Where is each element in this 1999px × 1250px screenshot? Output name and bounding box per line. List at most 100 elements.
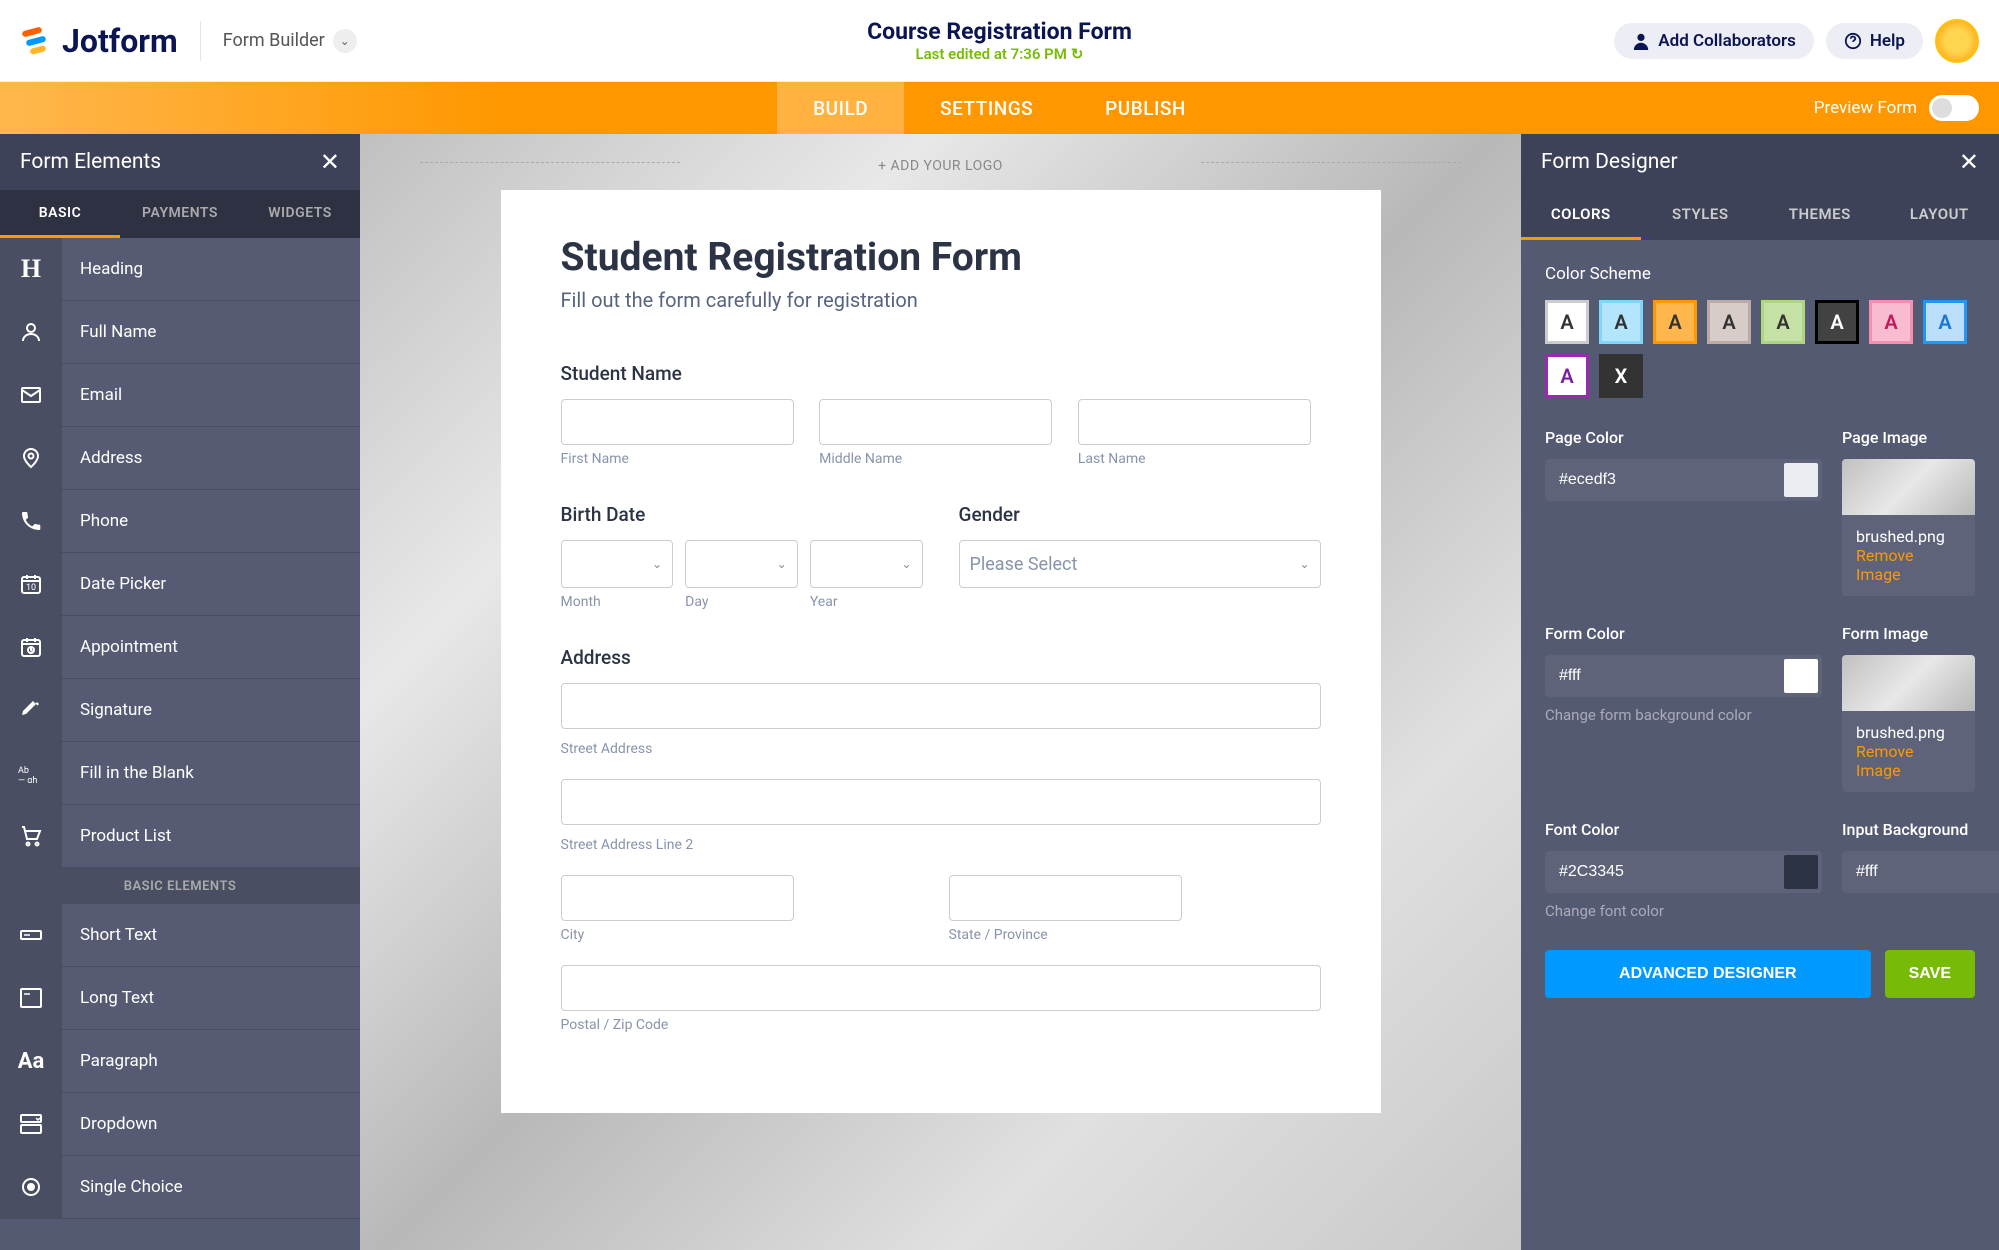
sublabel: Day: [685, 594, 798, 610]
student-name-field[interactable]: Student Name First Name Middle Name Last…: [561, 362, 1321, 467]
color-scheme-6[interactable]: A: [1869, 300, 1913, 344]
add-logo-button[interactable]: + ADD YOUR LOGO: [360, 134, 1521, 190]
element-label: Address: [62, 427, 360, 489]
form-title[interactable]: Course Registration Form: [867, 18, 1132, 45]
close-icon[interactable]: ✕: [1959, 148, 1979, 176]
form-color-text[interactable]: [1545, 655, 1780, 697]
preview-form-toggle: Preview Form: [1814, 95, 1979, 121]
tab-styles[interactable]: STYLES: [1641, 190, 1761, 240]
color-scheme-label: Color Scheme: [1545, 264, 1975, 284]
first-name-input[interactable]: [561, 399, 794, 445]
tab-basic[interactable]: BASIC: [0, 190, 120, 238]
font-color-swatch[interactable]: [1784, 855, 1818, 889]
svg-text:— gh: — gh: [18, 776, 37, 783]
form-color-input[interactable]: [1545, 655, 1822, 697]
close-icon[interactable]: ✕: [320, 148, 340, 176]
tab-layout[interactable]: LAYOUT: [1880, 190, 1999, 240]
preview-toggle[interactable]: [1929, 95, 1979, 121]
element-item-short-text[interactable]: Short Text: [0, 904, 360, 967]
tab-payments[interactable]: PAYMENTS: [120, 190, 240, 238]
input-bg-input[interactable]: [1842, 851, 1999, 893]
color-scheme-0[interactable]: A: [1545, 300, 1589, 344]
page-color-swatch[interactable]: [1784, 463, 1818, 497]
image-name: brushed.png: [1856, 527, 1961, 546]
advanced-designer-button[interactable]: ADVANCED DESIGNER: [1545, 950, 1871, 998]
color-scheme-1[interactable]: A: [1599, 300, 1643, 344]
element-item-email[interactable]: Email: [0, 364, 360, 427]
day-select[interactable]: ⌄: [685, 540, 798, 588]
form-subheading[interactable]: Fill out the form carefully for registra…: [561, 288, 1321, 312]
tab-colors[interactable]: COLORS: [1521, 190, 1641, 240]
tab-publish[interactable]: PUBLISH: [1069, 82, 1222, 134]
color-scheme-2[interactable]: A: [1653, 300, 1697, 344]
element-item-fill-in-the-blank[interactable]: Ab— ghFill in the Blank: [0, 742, 360, 805]
element-label: Product List: [62, 805, 360, 867]
help-text: Change font color: [1545, 901, 1822, 922]
form-heading[interactable]: Student Registration Form: [561, 234, 1321, 280]
font-color-input[interactable]: [1545, 851, 1822, 893]
element-item-paragraph[interactable]: AaParagraph: [0, 1030, 360, 1093]
gender-select[interactable]: Please Select ⌄: [959, 540, 1321, 588]
form-canvas: + ADD YOUR LOGO Student Registration For…: [360, 134, 1521, 1250]
last-name-input[interactable]: [1078, 399, 1311, 445]
sublabel: Year: [810, 594, 923, 610]
color-scheme-8[interactable]: A: [1545, 354, 1589, 398]
tab-themes[interactable]: THEMES: [1760, 190, 1880, 240]
sublabel: Month: [561, 594, 674, 610]
state-input[interactable]: [949, 875, 1182, 921]
element-item-long-text[interactable]: Long Text: [0, 967, 360, 1030]
element-item-heading[interactable]: HHeading: [0, 238, 360, 301]
remove-image-link[interactable]: Remove Image: [1856, 546, 1961, 584]
user-icon: [1632, 32, 1650, 50]
color-scheme-5[interactable]: A: [1815, 300, 1859, 344]
city-input[interactable]: [561, 875, 794, 921]
element-item-signature[interactable]: Signature: [0, 679, 360, 742]
user-avatar[interactable]: [1935, 19, 1979, 63]
form-image-preview[interactable]: brushed.png Remove Image: [1842, 655, 1975, 792]
chevron-down-icon: ⌄: [901, 557, 911, 571]
color-scheme-9[interactable]: X: [1599, 354, 1643, 398]
gender-field[interactable]: Gender Please Select ⌄: [959, 503, 1321, 610]
form-card[interactable]: Student Registration Form Fill out the f…: [501, 190, 1381, 1113]
color-scheme-7[interactable]: A: [1923, 300, 1967, 344]
add-collaborators-button[interactable]: Add Collaborators: [1614, 23, 1814, 59]
address-field[interactable]: Address Street Address Street Address Li…: [561, 646, 1321, 1033]
birth-date-field[interactable]: Birth Date ⌄ Month ⌄ Day ⌄ Year: [561, 503, 923, 610]
form-builder-dropdown[interactable]: Form Builder ⌄: [223, 29, 357, 53]
save-button[interactable]: SAVE: [1885, 950, 1975, 998]
year-select[interactable]: ⌄: [810, 540, 923, 588]
element-item-phone[interactable]: Phone: [0, 490, 360, 553]
page-color-input[interactable]: [1545, 459, 1822, 501]
logo[interactable]: Jotform: [20, 22, 178, 60]
element-item-product-list[interactable]: Product List: [0, 805, 360, 868]
left-panel-title: Form Elements: [20, 150, 161, 174]
month-select[interactable]: ⌄: [561, 540, 674, 588]
element-item-dropdown[interactable]: Dropdown: [0, 1093, 360, 1156]
right-content: Color Scheme AAAAAAAAAX Page Color Page …: [1521, 240, 1999, 1250]
element-item-appointment[interactable]: Appointment: [0, 616, 360, 679]
help-button[interactable]: Help: [1826, 23, 1923, 59]
form-color-swatch[interactable]: [1784, 659, 1818, 693]
postal-input[interactable]: [561, 965, 1321, 1011]
refresh-icon[interactable]: ↻: [1071, 45, 1084, 63]
remove-image-link[interactable]: Remove Image: [1856, 742, 1961, 780]
tab-widgets[interactable]: WIDGETS: [240, 190, 360, 238]
element-item-date-picker[interactable]: 10Date Picker: [0, 553, 360, 616]
element-item-address[interactable]: Address: [0, 427, 360, 490]
color-scheme-4[interactable]: A: [1761, 300, 1805, 344]
page-image-preview[interactable]: brushed.png Remove Image: [1842, 459, 1975, 596]
color-scheme-3[interactable]: A: [1707, 300, 1751, 344]
element-label: Date Picker: [62, 553, 360, 615]
font-color-text[interactable]: [1545, 851, 1780, 893]
input-bg-text[interactable]: [1842, 851, 1999, 893]
tab-build[interactable]: BUILD: [777, 82, 904, 134]
chevron-down-icon: ⌄: [777, 557, 787, 571]
sublabel: Street Address: [561, 741, 1321, 757]
element-item-full-name[interactable]: Full Name: [0, 301, 360, 364]
street-input[interactable]: [561, 683, 1321, 729]
middle-name-input[interactable]: [819, 399, 1052, 445]
street2-input[interactable]: [561, 779, 1321, 825]
tab-settings[interactable]: SETTINGS: [904, 82, 1069, 134]
element-item-single-choice[interactable]: Single Choice: [0, 1156, 360, 1219]
page-color-text[interactable]: [1545, 459, 1780, 501]
